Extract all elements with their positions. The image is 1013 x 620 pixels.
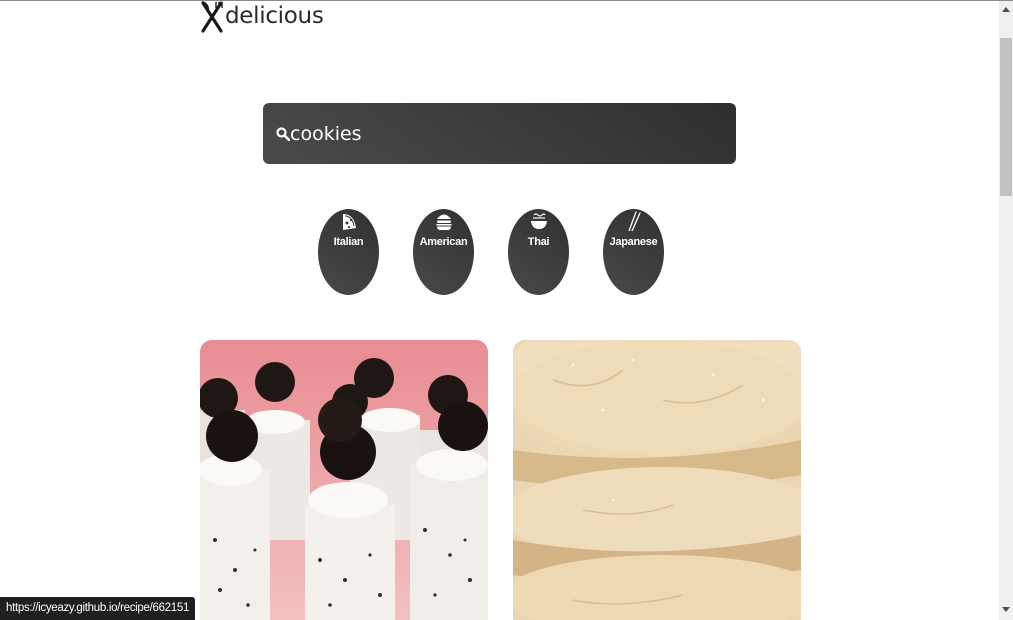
hamburger-icon [436, 214, 451, 230]
pizza-icon [342, 214, 356, 230]
category-japanese[interactable]: Japanese [603, 209, 664, 295]
vertical-scrollbar[interactable] [999, 1, 1013, 620]
oreo-cheesecake-bites-photo [200, 340, 488, 620]
logo[interactable]: delicious [200, 1, 324, 33]
search-input[interactable] [290, 118, 710, 149]
sugar-cookies-stack-photo [513, 340, 801, 620]
page: delicious Italian American [0, 1, 999, 620]
category-label: Japanese [609, 236, 658, 248]
scroll-down-icon[interactable] [1002, 607, 1010, 612]
fork-knife-icon [201, 1, 223, 33]
category-label: Thai [527, 236, 550, 248]
status-bar-url: https://icyeazy.github.io/recipe/662151 [0, 597, 196, 620]
recipe-card[interactable] [513, 340, 801, 620]
search-icon [276, 126, 290, 141]
recipe-card[interactable] [200, 340, 488, 620]
category-label: American [419, 236, 468, 248]
category-american[interactable]: American [413, 209, 474, 295]
category-italian[interactable]: Italian [318, 209, 379, 295]
logo-text: delicious [225, 3, 324, 29]
scroll-up-icon[interactable] [1002, 7, 1010, 12]
category-thai[interactable]: Thai [508, 209, 569, 295]
noodle-bowl-icon [530, 213, 547, 229]
category-label: Italian [333, 236, 364, 248]
scrollbar-thumb[interactable] [1000, 38, 1012, 196]
chopsticks-icon [627, 211, 641, 231]
search-bar[interactable] [263, 103, 736, 164]
